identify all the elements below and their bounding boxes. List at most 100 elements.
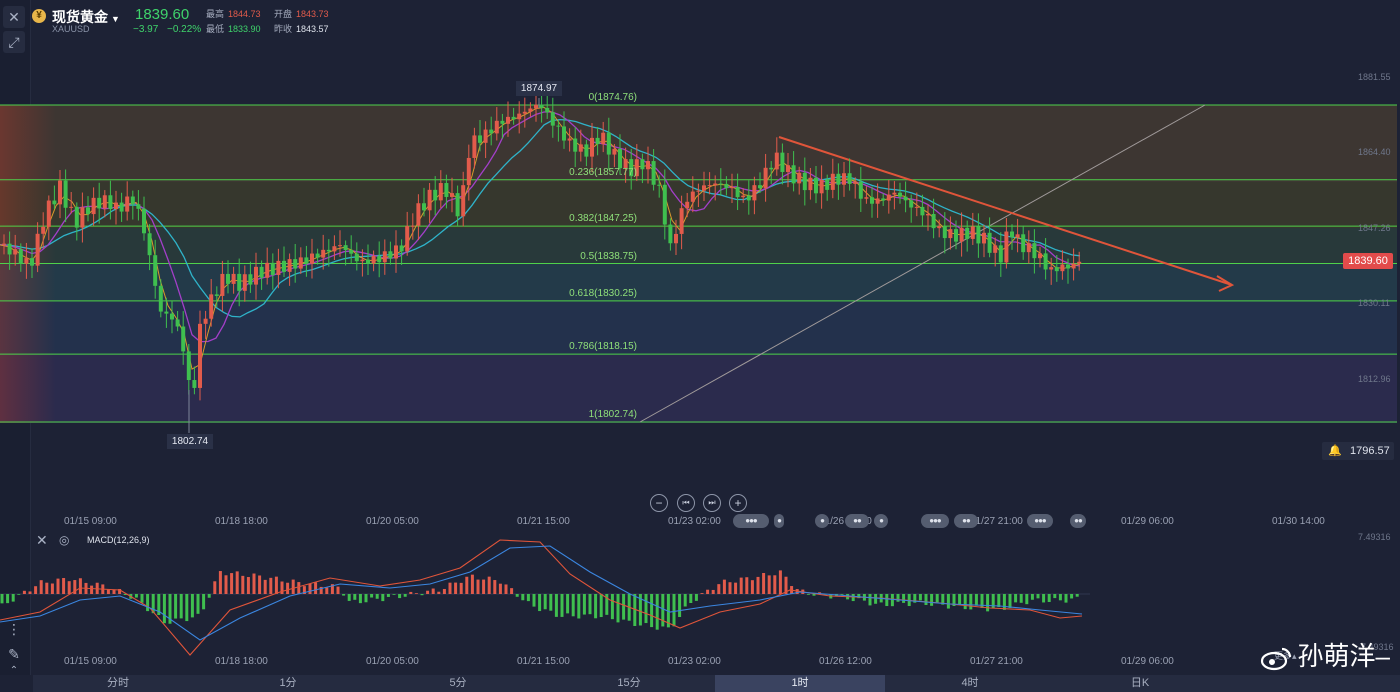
macd-bar [6,594,10,604]
candle-body [231,273,236,284]
macd-bar [454,582,458,594]
candle-body [601,132,606,145]
candle-body [265,262,270,278]
macd-bar [650,594,654,628]
candle-body [343,245,348,251]
macd-bar [521,594,525,601]
tab-4hour[interactable]: 4时 [885,675,1055,692]
macd-bar [134,594,138,598]
macd-bar [924,594,928,605]
macd-bar [487,576,491,594]
candle-body [338,245,342,247]
candle-body [158,285,163,312]
price-chart[interactable] [0,0,1400,692]
event-markers[interactable]: ●●● [1027,514,1053,528]
event-marker[interactable]: ● [815,514,829,528]
macd-bar [370,594,374,598]
macd-bar [773,575,777,594]
macd-bar [476,579,480,594]
macd-dea-line [0,545,1083,641]
candle-body [382,251,387,263]
macd-bar [1008,594,1012,608]
price-axis-label: 1830.11 [1358,298,1390,308]
macd-bar [375,594,379,599]
tab-15min[interactable]: 15分 [543,675,715,692]
candle-body [214,294,219,296]
macd-bar [140,594,144,603]
macd-bar [958,594,962,605]
macd-bar [756,576,760,594]
zoom-out-button[interactable]: − [650,494,668,512]
macd-bar [17,594,21,595]
event-markers[interactable]: ●● [845,514,869,528]
tab-daily[interactable]: 日K [1055,675,1225,692]
event-marker[interactable]: ● [874,514,888,528]
candle-body [707,185,712,187]
macd-bar [896,594,900,602]
candle-body [511,116,516,120]
candle-body [142,208,146,234]
candle-body [819,179,824,194]
candle-body [539,104,544,108]
candle-body [786,165,790,172]
candle-body [982,232,986,244]
candle-body [864,197,869,199]
candle-body [584,144,589,157]
event-marker[interactable]: ● [774,514,784,528]
candle-body [304,257,309,264]
tab-fenshi[interactable]: 分时 [33,675,203,692]
candle-body [181,326,186,352]
event-markers[interactable]: ●●● [733,514,769,528]
high-marker-label: 1874.97 [516,81,562,96]
candle-body [1026,243,1031,253]
macd-bar [174,594,178,619]
candle-body [903,196,908,201]
weibo-logo-icon [1260,648,1291,671]
macd-bar [1019,594,1023,603]
tab-5min[interactable]: 5分 [373,675,543,692]
macd-bar [717,584,721,594]
candle-body [545,107,550,113]
event-markers[interactable]: ●● [954,514,978,528]
macd-bar [1002,594,1006,610]
candle-body [1077,261,1082,264]
event-markers[interactable]: ●●● [921,514,949,528]
macd-bar [762,573,766,594]
tab-1min[interactable]: 1分 [203,675,373,692]
macd-bar [230,573,234,594]
macd-bar [902,594,906,603]
macd-bar [213,581,217,594]
candle-body [696,190,701,192]
price-alert[interactable]: 🔔 1796.57 [1322,442,1394,460]
macd-bar [274,576,278,594]
close-macd-icon[interactable]: ✕ [36,532,48,549]
candle-body [125,196,130,212]
candle-body [58,180,62,205]
candle-body [46,200,51,227]
candle-body [450,193,454,197]
macd-bar [554,594,558,617]
macd-bar [442,588,446,594]
candle-body [349,250,354,254]
zoom-in-button[interactable]: + [729,494,747,512]
fib-level-label: 0.382(1847.25) [569,213,637,225]
candle-body [52,200,57,205]
macd-bar [526,594,530,602]
candle-body [847,173,852,184]
scroll-forward-button[interactable]: ⏭ [703,494,721,512]
candle-body [752,185,757,201]
macd-bar [868,594,872,606]
tab-1hour[interactable]: 1时 [715,675,885,692]
time-axis-label: 01/23 02:00 [668,516,721,527]
candle-body [198,323,202,388]
candle-body [517,113,522,120]
macd-bar [431,588,435,594]
scroll-back-button[interactable]: ⏮ [677,494,695,512]
visibility-eye-icon[interactable]: ◎ [59,533,69,547]
macd-bar [336,586,340,594]
macd-bar [622,594,626,620]
bell-icon[interactable]: 🔔 [1328,444,1342,457]
event-markers[interactable]: ●● [1070,514,1086,528]
candle-body [937,226,942,229]
candle-body [326,249,331,252]
